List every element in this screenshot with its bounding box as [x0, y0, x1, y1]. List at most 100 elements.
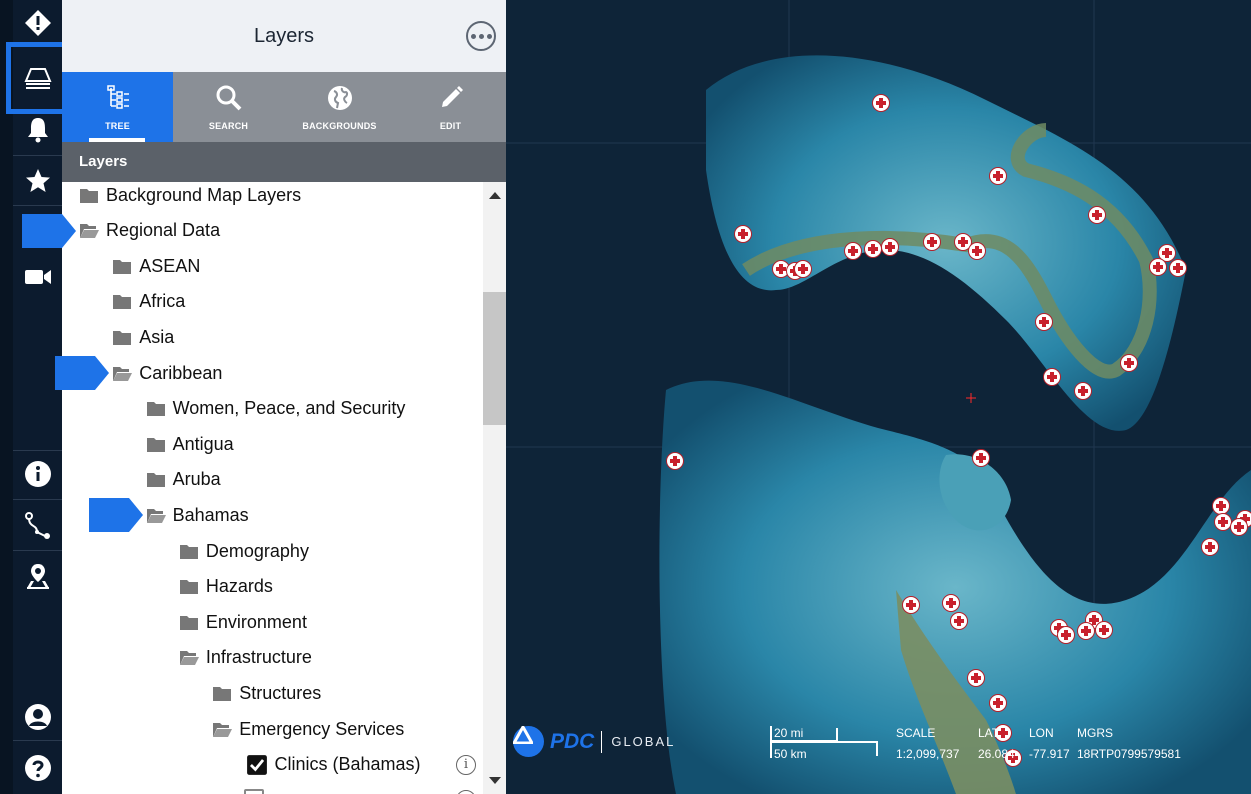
layer-tree: Background Map Layers Regional Data ASEAN A…	[62, 182, 482, 794]
tree-node[interactable]: Clinics (Bahamas)	[246, 750, 421, 780]
scroll-thumb[interactable]	[483, 292, 506, 425]
clinic-marker-icon[interactable]	[1057, 626, 1075, 644]
clinic-marker-icon[interactable]	[666, 452, 684, 470]
clinic-marker-icon[interactable]	[1088, 206, 1106, 224]
scale-bar: 20 mi 50 km	[768, 726, 880, 761]
folder-icon	[80, 188, 98, 203]
checkbox-checked-icon[interactable]	[246, 754, 268, 776]
clinic-marker-icon[interactable]	[872, 94, 890, 112]
map-pin-icon[interactable]	[13, 553, 62, 599]
tree-node[interactable]: Background Map Layers	[79, 182, 301, 210]
route-icon[interactable]	[13, 502, 62, 548]
clinic-marker-icon[interactable]	[989, 167, 1007, 185]
scroll-down-icon[interactable]	[489, 777, 501, 784]
tree-node[interactable]: Caribbean	[112, 358, 222, 388]
tree-node[interactable]: Africa	[112, 287, 185, 317]
panel-header: Layers	[62, 0, 506, 72]
tree-node[interactable]: Infrastructure	[179, 643, 312, 673]
tree-node[interactable]: Regional Data	[79, 216, 220, 246]
tree-node[interactable]: Emergency Services	[212, 714, 404, 744]
clinic-marker-icon[interactable]	[989, 694, 1007, 712]
tree-node-label: Asia	[139, 326, 175, 347]
clinic-marker-icon[interactable]	[1077, 622, 1095, 640]
checkbox-unchecked[interactable]	[244, 789, 264, 794]
folder-icon	[146, 437, 165, 452]
tree-icon	[106, 85, 129, 109]
tree-node-label: Environment	[205, 611, 307, 632]
map-view[interactable]: PDC GLOBAL 20 mi 50 km SCALE 1:2,099,737…	[506, 0, 1251, 794]
active-tab-indicator	[89, 138, 145, 142]
clinic-marker-icon[interactable]	[864, 240, 882, 258]
clinic-marker-icon[interactable]	[1201, 538, 1219, 556]
clinic-marker-icon[interactable]	[1169, 259, 1187, 277]
tree-node[interactable]: Aruba	[146, 465, 221, 495]
tree-node[interactable]: Antigua	[146, 429, 234, 459]
more-options-button[interactable]	[466, 21, 496, 51]
folder-icon	[213, 686, 232, 701]
folder-open-icon	[113, 366, 133, 381]
tab-edit[interactable]: EDIT	[395, 72, 506, 142]
info-icon[interactable]	[13, 451, 62, 497]
folder-icon	[113, 259, 132, 274]
tree-node[interactable]: Asia	[112, 322, 174, 352]
folder-icon	[179, 615, 198, 630]
scale-miles: 20 mi	[774, 726, 804, 740]
tree-node[interactable]: Hazards	[179, 572, 273, 602]
tree-node[interactable]: Demography	[179, 536, 309, 566]
layer-info-icon[interactable]: i	[456, 790, 476, 794]
clinic-marker-icon[interactable]	[1149, 258, 1167, 276]
clinic-marker-icon[interactable]	[1035, 313, 1053, 331]
tree-node[interactable]: ASEAN	[112, 251, 200, 281]
clinic-marker-icon[interactable]	[1095, 621, 1113, 639]
logo-brand: PDC	[550, 729, 595, 753]
tree-node[interactable]: Environment	[179, 607, 307, 637]
folder-open-icon	[213, 722, 233, 737]
rail-edge	[0, 0, 13, 794]
help-icon[interactable]	[13, 745, 62, 791]
tab-tree[interactable]: TREE	[62, 72, 173, 142]
tab-search[interactable]: SEARCH	[173, 72, 284, 142]
tree-node[interactable]: Women, Peace, and Security	[146, 394, 405, 424]
clinic-marker-icon[interactable]	[1230, 518, 1248, 536]
user-icon[interactable]	[13, 694, 62, 740]
clinic-marker-icon[interactable]	[942, 594, 960, 612]
folder-icon	[146, 473, 165, 488]
clinic-marker-icon[interactable]	[967, 669, 985, 687]
tree-node-label: Background Map Layers	[106, 184, 302, 205]
clinic-marker-icon[interactable]	[844, 242, 862, 260]
dot-icon	[486, 33, 492, 39]
clinic-marker-icon[interactable]	[968, 242, 986, 260]
clinic-marker-icon[interactable]	[1074, 382, 1092, 400]
folder-open-icon	[179, 651, 199, 666]
clinic-marker-icon[interactable]	[734, 225, 752, 243]
clinic-marker-icon[interactable]	[794, 260, 812, 278]
layer-info-icon[interactable]: i	[456, 754, 476, 775]
tab-backgrounds[interactable]: BACKGROUNDS	[284, 72, 395, 142]
scroll-up-icon[interactable]	[489, 192, 501, 199]
panel-tabs: TREE SEARCH BACKGROUNDS EDIT	[62, 72, 506, 142]
clinic-marker-icon[interactable]	[1120, 354, 1138, 372]
video-camera-icon[interactable]	[13, 254, 62, 300]
clinic-marker-icon[interactable]	[1043, 368, 1061, 386]
star-icon[interactable]	[13, 158, 62, 204]
clinic-marker-icon[interactable]	[923, 233, 941, 251]
section-header: Layers	[62, 142, 506, 182]
tree-node-label: Africa	[139, 291, 186, 312]
clinic-marker-icon[interactable]	[902, 596, 920, 614]
clinic-marker-icon[interactable]	[972, 449, 990, 467]
clinic-marker-icon[interactable]	[881, 238, 899, 256]
alert-diamond-icon[interactable]	[13, 0, 62, 46]
clinic-marker-icon[interactable]	[950, 612, 968, 630]
tree-node-label: Antigua	[172, 433, 234, 454]
folder-icon	[179, 580, 198, 595]
tree-scrollbar[interactable]	[483, 182, 506, 794]
tree-node-label: Emergency Services	[239, 718, 405, 739]
satellite-imagery	[506, 0, 1251, 794]
tree-node-label: Clinics (Bahamas)	[274, 754, 421, 775]
tree-node[interactable]: Structures	[212, 678, 321, 708]
pdc-logo-icon	[513, 726, 544, 757]
tree-node-label: Demography	[205, 540, 309, 561]
tree-node[interactable]: Bahamas	[146, 500, 249, 530]
tree-node-label: Hazards	[205, 576, 273, 597]
folder-open-icon	[80, 224, 99, 239]
